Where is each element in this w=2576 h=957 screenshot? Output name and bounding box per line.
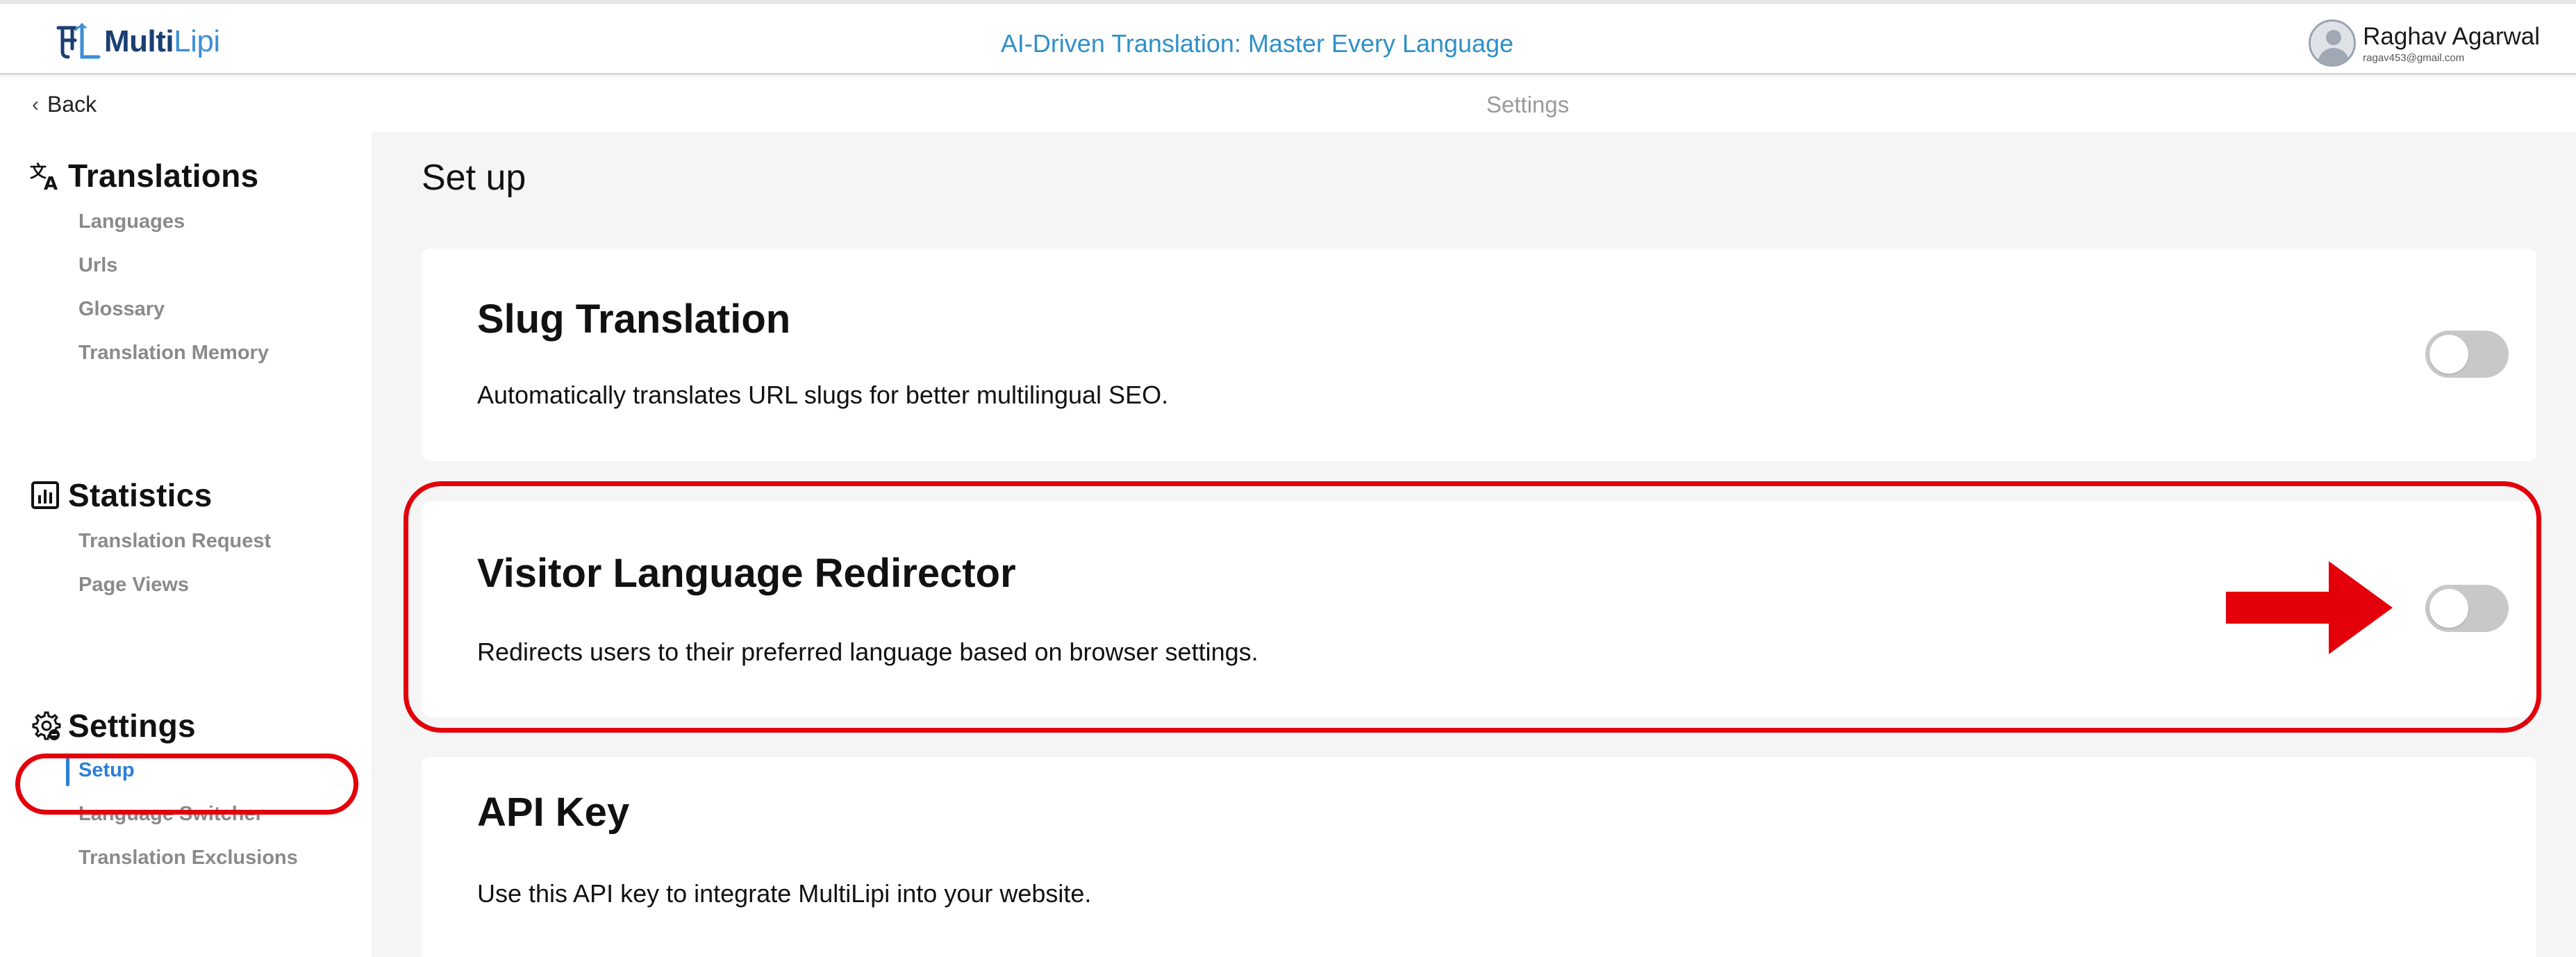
card-title: Slug Translation [477,297,791,342]
slug-translation-toggle[interactable] [2425,331,2509,378]
sidebar-heading-statistics[interactable]: Statistics [28,476,271,514]
user-menu[interactable]: Raghav Agarwal ragav453@gmail.com [2309,19,2540,67]
sidebar-section-translations: 文 A Translations Languages Urls Glossary… [28,157,269,375]
sidebar-section-statistics: Statistics Translation Request Page View… [28,476,271,607]
translate-icon: 文 A [28,158,63,193]
sidebar-item-glossary[interactable]: Glossary [28,288,269,331]
settings-gear-icon [28,708,63,743]
user-email: ragav453@gmail.com [2363,51,2465,64]
sidebar-heading-label: Translations [68,158,259,194]
sidebar-item-languages[interactable]: Languages [28,200,269,244]
sidebar-item-translation-request[interactable]: Translation Request [28,519,271,563]
sidebar-item-page-views[interactable]: Page Views [28,563,271,607]
avatar[interactable] [2309,19,2357,67]
tagline: AI-Driven Translation: Master Every Lang… [1000,29,1514,58]
back-label: Back [47,92,97,117]
sidebar-heading-settings[interactable]: Settings [28,707,298,744]
user-info: Raghav Agarwal ragav453@gmail.com [2363,23,2540,64]
chart-icon [28,478,63,513]
back-button[interactable]: ‹ Back [32,92,97,117]
annotation-arrow-icon [2226,561,2393,654]
breadcrumb: Settings [1486,92,1570,117]
setting-card-slug-translation: Slug Translation Automatically translate… [422,249,2536,461]
sidebar-item-translation-memory[interactable]: Translation Memory [28,331,269,375]
card-description: Use this API key to integrate MultiLipi … [477,879,1092,908]
svg-text:A: A [44,174,58,192]
page-title: Set up [422,158,526,198]
user-name: Raghav Agarwal [2363,22,2540,50]
sidebar-heading-label: Statistics [68,477,213,513]
sidebar-item-urls[interactable]: Urls [28,244,269,288]
card-description: Automatically translates URL slugs for b… [477,381,1169,409]
chevron-left-icon: ‹ [32,92,39,116]
sub-header: ‹ Back Settings [0,83,2576,132]
setting-card-api-key: API Key Use this API key to integrate Mu… [422,757,2536,957]
card-title: API Key [477,790,630,835]
sidebar-heading-label: Settings [68,708,196,744]
sidebar-heading-translations[interactable]: 文 A Translations [28,157,269,194]
top-header: MultiLipi AI-Driven Translation: Master … [0,0,2576,75]
sidebar: 文 A Translations Languages Urls Glossary… [0,132,372,957]
annotation-highlight-box [404,481,2541,733]
annotation-highlight-setup [15,754,358,815]
sidebar-item-translation-exclusions[interactable]: Translation Exclusions [28,836,298,880]
